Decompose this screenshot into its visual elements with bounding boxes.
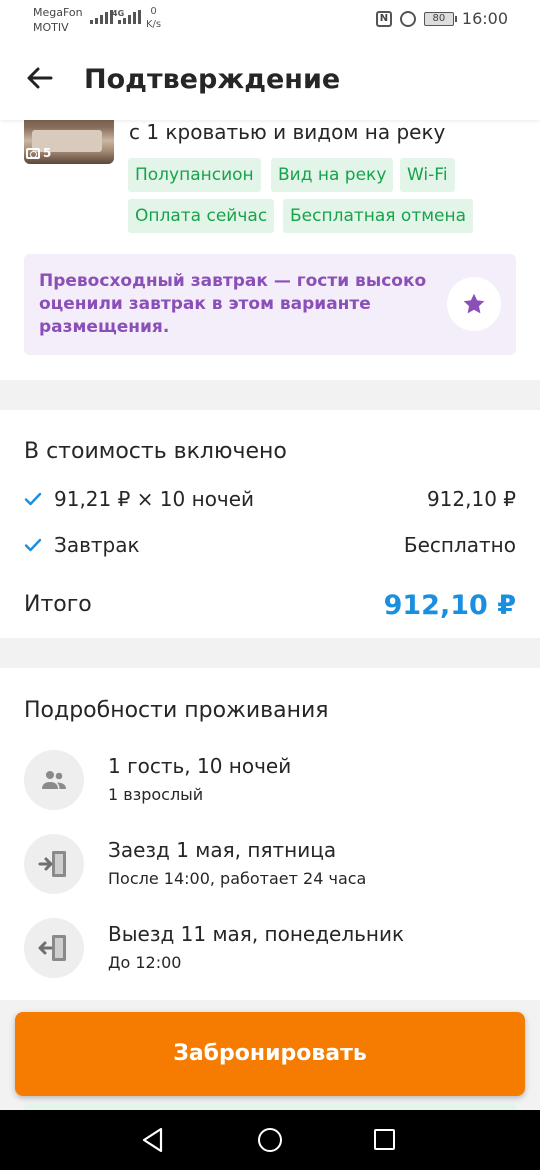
camera-icon bbox=[26, 147, 40, 159]
price-section-title: В стоимость включено bbox=[24, 439, 287, 464]
speed-unit: K/s bbox=[146, 19, 162, 30]
tag-wifi: Wi-Fi bbox=[400, 158, 455, 192]
promo-text: Превосходный завтрак — гости высоко оцен… bbox=[39, 271, 427, 337]
carrier-name: MegaFon MOTIV bbox=[33, 5, 83, 35]
clock: 16:00 bbox=[461, 9, 508, 28]
nav-recents-icon[interactable] bbox=[374, 1129, 395, 1150]
guests-icon bbox=[24, 750, 84, 810]
page-title: Подтверждение bbox=[84, 64, 341, 95]
signal-icon-2 bbox=[118, 10, 141, 24]
breakfast-row-label: Завтрак bbox=[54, 533, 140, 557]
breakfast-row-value: Бесплатно bbox=[403, 533, 516, 557]
checkmark-icon bbox=[24, 492, 42, 506]
network-speed: 0 K/s bbox=[146, 5, 161, 31]
photo-count: 5 bbox=[43, 146, 52, 160]
signal-icon bbox=[90, 10, 113, 24]
nav-back-icon[interactable] bbox=[141, 1127, 165, 1153]
checkmark-icon bbox=[24, 538, 42, 552]
room-name: с 1 кроватью и видом на реку bbox=[129, 120, 446, 144]
check-in-icon bbox=[24, 834, 84, 894]
total-label: Итого bbox=[24, 592, 92, 617]
status-bar: MegaFon MOTIV 4G 0 K/s N 80 16:00 bbox=[0, 0, 540, 40]
check-out-icon bbox=[24, 918, 84, 978]
tag-river-view: Вид на реку bbox=[271, 158, 394, 192]
section-divider bbox=[0, 638, 540, 668]
tag-free-cancellation: Бесплатная отмена bbox=[283, 199, 474, 233]
battery-level: 80 bbox=[432, 12, 446, 24]
check-in-time: После 14:00, работает 24 часа bbox=[108, 869, 367, 888]
tag-pay-now: Оплата сейчас bbox=[128, 199, 275, 233]
star-icon bbox=[447, 277, 501, 331]
price-row-value: 912,10 ₽ bbox=[426, 487, 516, 511]
section-divider bbox=[0, 380, 540, 410]
check-in-date: Заезд 1 мая, пятница bbox=[108, 838, 337, 862]
guests-summary: 1 гость, 10 ночей bbox=[108, 754, 292, 778]
book-button[interactable]: Забронировать bbox=[15, 1012, 525, 1096]
breakfast-promo: Превосходный завтрак — гости высоко оцен… bbox=[24, 254, 516, 355]
nav-home-icon[interactable] bbox=[258, 1128, 282, 1152]
system-nav-bar bbox=[0, 1110, 540, 1170]
carrier-line-2: MOTIV bbox=[33, 21, 69, 34]
arrow-left-icon[interactable] bbox=[24, 62, 60, 98]
check-out-time: До 12:00 bbox=[108, 953, 182, 972]
carrier-line-1: MegaFon bbox=[33, 6, 83, 19]
alarm-icon bbox=[399, 10, 416, 27]
check-out-date: Выезд 11 мая, понедельник bbox=[108, 922, 405, 946]
speed-value: 0 bbox=[150, 6, 157, 17]
app-header: Подтверждение bbox=[0, 40, 540, 120]
nfc-icon: N bbox=[375, 10, 392, 27]
guests-detail: 1 взрослый bbox=[108, 785, 204, 804]
battery-icon: 80 bbox=[423, 11, 457, 26]
tag-half-board: Полупансион bbox=[128, 158, 261, 192]
stay-section-title: Подробности проживания bbox=[24, 698, 329, 723]
price-row-label: 91,21 ₽ × 10 ночей bbox=[54, 487, 255, 511]
total-value: 912,10 ₽ bbox=[383, 590, 516, 621]
